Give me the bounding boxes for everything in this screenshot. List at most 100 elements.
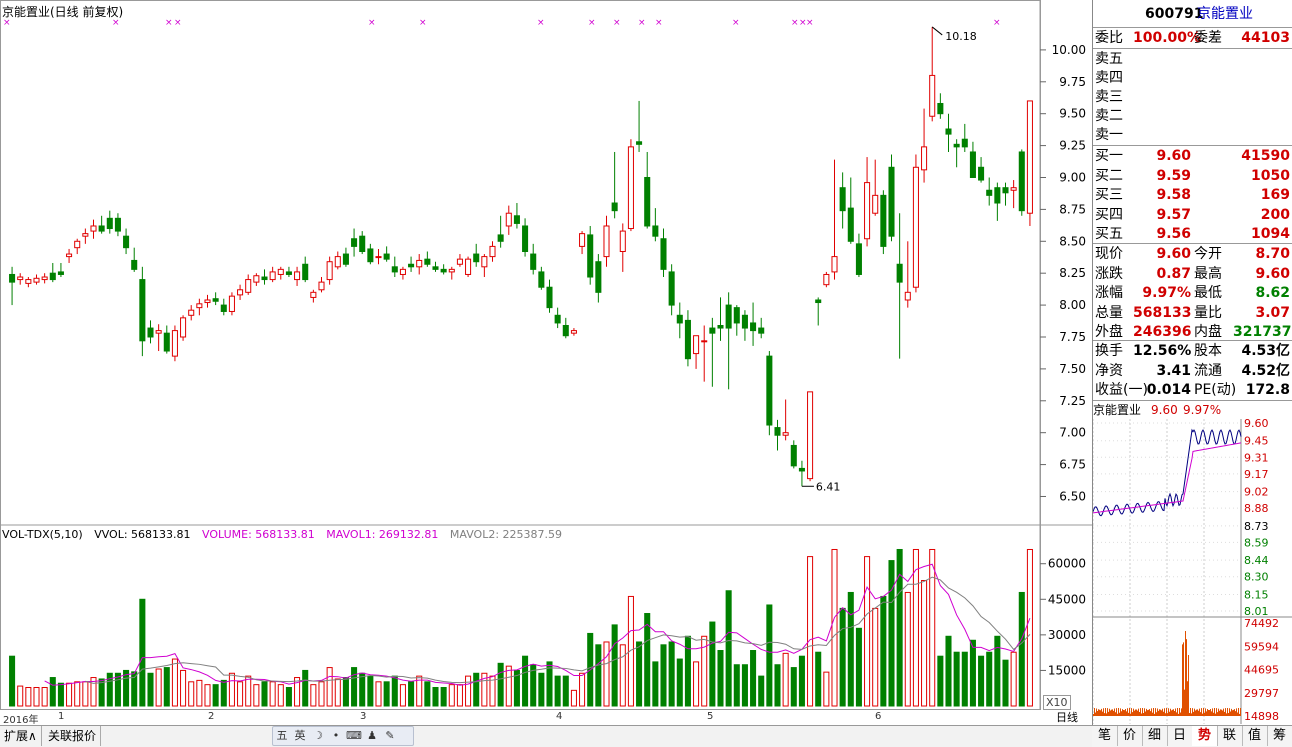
mini-volume-label: 74492 [1244,617,1279,630]
sell-row[interactable]: 卖四 [1093,69,1292,88]
expand-tab[interactable]: 扩展∧ [0,726,42,746]
kline-svg[interactable]: 10.00 9.75 9.50 9.25 9.00 8.75 8.50 8.25 8.00 7.7… [0,0,1092,710]
high-annotation: 10.18 [945,30,977,43]
candle [611,151,618,219]
candle [603,215,610,267]
volume-bar [82,681,89,707]
candle [798,460,805,487]
candle [106,210,113,234]
mini-price-label: 8.15 [1244,588,1269,601]
keyboard-icon[interactable]: ⌨ [345,727,363,745]
event-marker: × [613,18,621,28]
volume-bar [1026,548,1033,707]
sell-row[interactable]: 卖五 [1093,50,1292,69]
english-mode-icon[interactable]: 英 [291,727,309,745]
candle [953,139,960,168]
volume-bar [603,641,610,707]
candle [554,307,561,329]
fund-label-2: 股本 [1194,343,1222,359]
volume-bar [432,687,439,707]
buy-volume: 1050 [1251,167,1290,184]
candle [595,254,602,303]
volume-bar [921,580,928,707]
candle [855,233,862,278]
buy-volume: 200 [1260,206,1290,223]
quote-value-2: 9.60 [1255,265,1290,282]
buy-row[interactable]: 买二 9.59 1050 [1093,167,1292,186]
tab-detail[interactable]: 细 [1142,726,1168,746]
tab-value[interactable]: 值 [1242,726,1268,746]
price-axis-label: 8.00 [1059,298,1086,312]
quote-value-2: 3.07 [1255,304,1290,321]
fund-label-1: 净资 [1095,362,1123,379]
candle [579,231,586,255]
user-icon[interactable]: ♟ [363,727,381,745]
candle [66,248,73,263]
volume-bar [41,687,48,707]
event-marker: × [732,18,740,28]
volume-bar [1010,651,1017,707]
candle [155,324,162,352]
dot-icon[interactable]: • [327,727,345,745]
kline-chart-area[interactable]: 10.00 9.75 9.50 9.25 9.00 8.75 8.50 8.25 8.00 7.7… [0,0,1092,710]
candle [888,154,895,242]
candle [807,391,814,482]
volume-bar [505,665,512,707]
tab-price[interactable]: 价 [1117,726,1143,746]
period-label[interactable]: 日线 [1042,711,1092,725]
tab-trend[interactable]: 势 [1192,726,1218,746]
candle [627,139,634,232]
quote-label-1: 涨跌 [1095,265,1123,282]
buy-volume: 169 [1260,187,1290,203]
tab-linked[interactable]: 联 [1217,726,1243,746]
sell-row[interactable]: 卖二 [1093,107,1292,126]
quote-value-1: 9.97% [1142,285,1191,301]
candle [546,279,553,313]
volume-bar [937,655,944,707]
candle [228,292,235,316]
intraday-chart[interactable]: 9.60 9.45 9.31 9.17 9.02 8.88 8.73 8.59 8.44 8.30… [1093,419,1292,724]
candle [424,251,431,267]
volume-bar [717,650,724,707]
tab-trades[interactable]: 笔 [1092,726,1118,746]
candle [1026,100,1033,226]
volume-bar [994,635,1001,707]
candle [432,261,439,272]
buy-row[interactable]: 买四 9.57 200 [1093,206,1292,225]
buy-row[interactable]: 买五 9.56 1094 [1093,225,1292,244]
mini-price-label: 9.31 [1244,451,1269,464]
fund-value-2: 4.53亿 [1241,343,1290,359]
price-axis-label: 9.00 [1059,170,1086,184]
candle [448,266,455,280]
fund-value-2: 172.8 [1245,382,1290,398]
price-axis-label: 9.50 [1059,107,1086,121]
candle [326,256,333,285]
volume-bar [285,687,292,707]
volume-bar [261,681,268,707]
mini-volume-label: 44695 [1244,664,1279,677]
buy-row[interactable]: 买一 9.60 41590 [1093,147,1292,166]
event-marker: × [588,18,596,28]
sell-row[interactable]: 卖一 [1093,126,1292,145]
date-year: 2016年 [3,715,39,726]
related-quote-tab[interactable]: 关联报价 [44,726,102,746]
candle [310,289,317,303]
candle [408,256,415,272]
sell-row[interactable]: 卖三 [1093,88,1292,107]
moon-icon[interactable]: ☽ [309,727,327,745]
event-marker: × [655,18,663,28]
candle [285,266,292,278]
candle [497,215,504,248]
buy-price: 9.56 [1156,226,1191,242]
volume-bar [155,668,162,707]
volume-bar [855,627,862,707]
volume-bar [277,684,284,707]
five-stroke-icon[interactable]: 五 [273,727,291,745]
buy-row[interactable]: 买三 9.58 169 [1093,186,1292,205]
tab-daily[interactable]: 日 [1167,726,1193,746]
price-axis-label: 10.00 [1052,43,1086,57]
order-diff-label: 委差 [1194,30,1222,46]
wrench-icon[interactable]: ✎ [381,727,399,745]
tab-chips[interactable]: 筹 [1267,726,1292,746]
fundamental-row: 换手 12.56% 股本 4.53亿 [1093,342,1292,361]
